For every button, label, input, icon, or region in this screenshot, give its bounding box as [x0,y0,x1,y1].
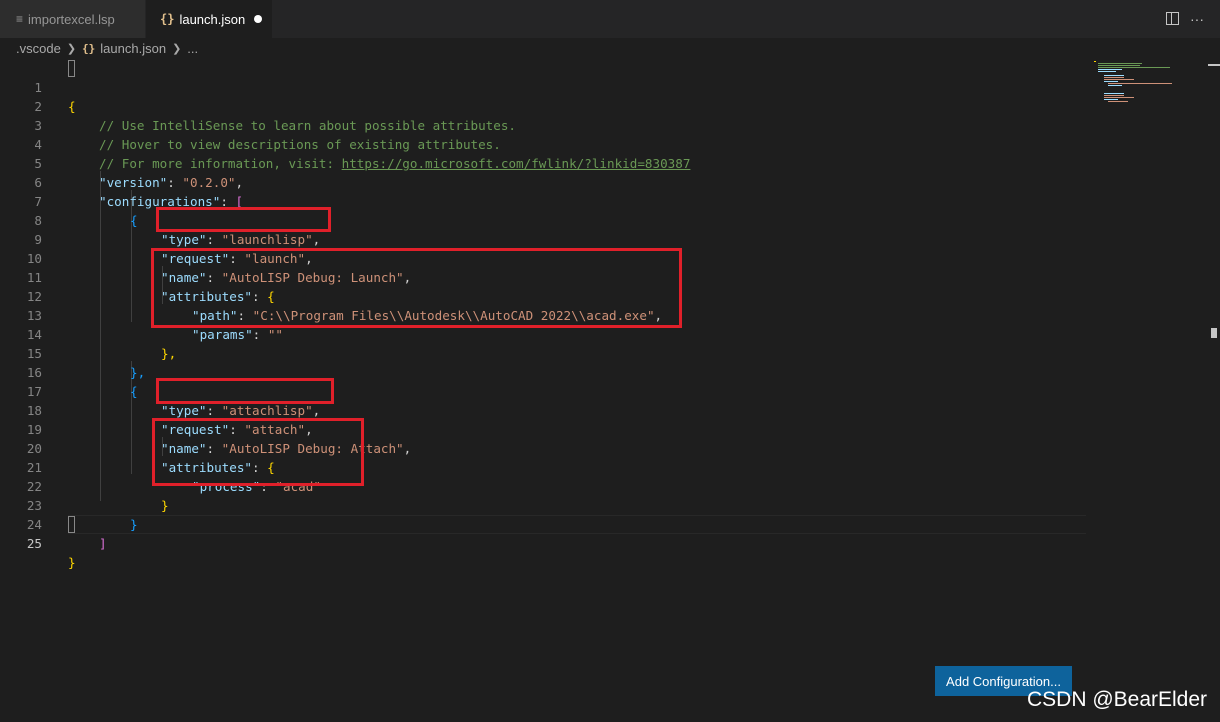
braces-icon: {} [160,12,175,26]
lines-icon: ≡ [16,12,24,26]
breadcrumb-vscode[interactable]: .vscode [16,41,61,56]
scrollbar-marker [1208,64,1220,66]
code-line: 4 // For more information, visit: https:… [0,116,1086,171]
tab-label: importexcel.lsp [28,11,115,27]
minimap[interactable] [1092,59,1182,119]
breadcrumb: .vscode ❯ {} launch.json ❯ ... [0,38,1220,58]
tab-label: launch.json [179,11,246,27]
code-line: 1 { [0,59,1086,114]
highlight-box-attributes-attach [152,418,364,486]
breadcrumb-symbols[interactable]: ... [187,41,198,56]
code-editor[interactable]: 1 { 2 // Use IntelliSense to learn about… [0,59,1220,722]
chevron-right-icon: ❯ [172,42,182,55]
highlight-box-request-attach [156,378,334,404]
highlight-box-request-launch [156,207,331,232]
unsaved-dot-icon[interactable] [254,15,262,23]
code-line: 24 ] [0,496,1086,551]
tab-bar: ≡ importexcel.lsp {} launch.json ··· [0,0,1220,38]
code-line: 2 // Use IntelliSense to learn about pos… [0,78,1086,133]
tab-importexcel[interactable]: ≡ importexcel.lsp [0,0,146,38]
chevron-right-icon: ❯ [66,42,77,55]
braces-icon: {} [82,41,96,55]
code-line: 10 "name": "AutoLISP Debug: Launch", [0,230,1086,285]
split-editor-icon[interactable] [1163,10,1181,28]
code-line: 7 { [0,173,1086,228]
code-line: 3 // Hover to view descriptions of exist… [0,97,1086,152]
highlight-box-attributes-launch [151,248,682,328]
tab-launch-json[interactable]: {} launch.json [146,0,272,38]
watermark: CSDN @BearElder [1027,688,1208,711]
scrollbar-marker [1211,328,1217,338]
code-line: 5 "version": "0.2.0", [0,135,1086,190]
breadcrumb-launch-json[interactable]: launch.json [100,41,166,56]
vertical-scrollbar[interactable] [1206,59,1220,722]
line-number: 25 [26,536,42,551]
code-line-current: 25 } [0,515,1086,570]
code-line: 16 { [0,344,1086,399]
code-line: 6 "configurations": [ [0,154,1086,209]
more-actions-icon[interactable]: ··· [1188,10,1206,28]
